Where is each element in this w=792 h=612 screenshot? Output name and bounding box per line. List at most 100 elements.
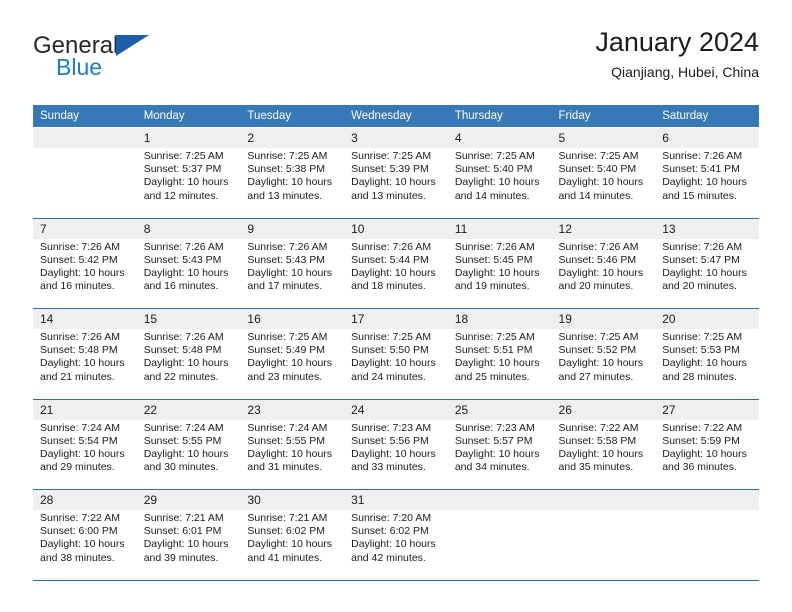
- day-detail-cell[interactable]: Sunrise: 7:25 AM Sunset: 5:50 PM Daylight:…: [344, 329, 448, 400]
- day-detail-cell[interactable]: Sunrise: 7:22 AM Sunset: 5:58 PM Daylight:…: [551, 419, 656, 490]
- day-number[interactable]: 27: [655, 398, 759, 420]
- day-detail-line: and 31 minutes.: [247, 461, 323, 474]
- day-detail-cell[interactable]: Sunrise: 7:21 AM Sunset: 6:01 PM Daylight:…: [136, 510, 241, 581]
- day-number[interactable]: 28: [33, 489, 137, 510]
- day-detail-cell[interactable]: Sunrise: 7:24 AM Sunset: 5:55 PM Daylight:…: [136, 419, 241, 490]
- day-number[interactable]: 11: [447, 217, 552, 239]
- day-number-blank: [447, 489, 552, 510]
- day-detail-cell[interactable]: Sunrise: 7:26 AM Sunset: 5:45 PM Daylight:…: [447, 238, 552, 309]
- day-detail-line: Sunset: 6:02 PM: [351, 525, 429, 538]
- day-detail-line: Daylight: 10 hours: [662, 266, 747, 279]
- day-detail-cell[interactable]: Sunrise: 7:25 AM Sunset: 5:52 PM Daylight:…: [551, 329, 656, 400]
- week-daynumber-row: 123456: [33, 127, 759, 148]
- day-detail-cell[interactable]: Sunrise: 7:26 AM Sunset: 5:44 PM Daylight:…: [344, 238, 448, 309]
- day-detail-line: Sunrise: 7:25 AM: [558, 331, 639, 343]
- day-number[interactable]: 24: [344, 398, 448, 420]
- day-number[interactable]: 15: [136, 308, 241, 329]
- week-detail-row: Sunrise: 7:25 AM Sunset: 5:37 PM Daylight:…: [33, 148, 759, 219]
- day-number[interactable]: 1: [136, 127, 241, 148]
- day-detail-cell[interactable]: Sunrise: 7:26 AM Sunset: 5:46 PM Daylight:…: [551, 238, 656, 309]
- day-detail-blank: [655, 510, 759, 581]
- day-number[interactable]: 30: [240, 489, 345, 510]
- day-detail-cell[interactable]: Sunrise: 7:25 AM Sunset: 5:39 PM Daylight:…: [344, 148, 448, 219]
- day-detail-line: Sunrise: 7:22 AM: [558, 421, 639, 434]
- day-detail-line: Sunset: 5:38 PM: [247, 163, 326, 176]
- triangle-logo-icon: [116, 35, 149, 56]
- day-detail-line: Sunset: 6:02 PM: [247, 525, 326, 538]
- day-detail-cell[interactable]: Sunrise: 7:22 AM Sunset: 6:00 PM Daylight:…: [33, 510, 137, 581]
- day-number[interactable]: 2: [240, 127, 345, 148]
- day-detail-line: Daylight: 10 hours: [247, 176, 333, 189]
- day-detail-cell[interactable]: Sunrise: 7:23 AM Sunset: 5:56 PM Daylight:…: [344, 419, 448, 490]
- day-detail-line: and 39 minutes.: [143, 551, 219, 564]
- day-detail-line: Sunrise: 7:26 AM: [558, 240, 639, 253]
- week-detail-row: Sunrise: 7:24 AM Sunset: 5:54 PM Daylight:…: [33, 419, 759, 490]
- day-detail-line: Sunrise: 7:25 AM: [351, 331, 432, 343]
- day-detail-cell[interactable]: Sunrise: 7:24 AM Sunset: 5:54 PM Daylight:…: [33, 419, 137, 490]
- day-number[interactable]: 4: [447, 127, 552, 148]
- day-detail-cell[interactable]: Sunrise: 7:20 AM Sunset: 6:02 PM Daylight:…: [344, 510, 448, 581]
- day-detail-cell[interactable]: Sunrise: 7:26 AM Sunset: 5:48 PM Daylight:…: [33, 329, 137, 400]
- day-detail-line: Sunset: 5:40 PM: [558, 163, 637, 176]
- day-number[interactable]: 25: [447, 398, 552, 420]
- day-detail-cell[interactable]: Sunrise: 7:26 AM Sunset: 5:43 PM Daylight:…: [240, 238, 345, 309]
- day-detail-line: Daylight: 10 hours: [558, 447, 644, 460]
- day-number[interactable]: 16: [240, 308, 345, 329]
- day-number[interactable]: 9: [240, 217, 345, 239]
- day-detail-line: Sunset: 5:40 PM: [454, 163, 533, 176]
- day-detail-cell[interactable]: Sunrise: 7:23 AM Sunset: 5:57 PM Daylight:…: [447, 419, 552, 490]
- calendar-page: General Blue January 2024 Qianjiang, Hub…: [0, 0, 792, 612]
- day-detail-line: Daylight: 10 hours: [558, 176, 644, 189]
- day-detail-line: Sunrise: 7:23 AM: [454, 421, 535, 434]
- day-detail-line: Daylight: 10 hours: [351, 176, 436, 189]
- day-number[interactable]: 17: [344, 308, 448, 329]
- day-detail-line: Sunrise: 7:23 AM: [351, 421, 432, 434]
- day-number[interactable]: 8: [136, 217, 241, 239]
- day-detail-cell[interactable]: Sunrise: 7:25 AM Sunset: 5:40 PM Daylight:…: [551, 148, 656, 219]
- day-detail-cell[interactable]: Sunrise: 7:26 AM Sunset: 5:42 PM Daylight:…: [33, 238, 137, 309]
- day-detail-cell[interactable]: Sunrise: 7:25 AM Sunset: 5:51 PM Daylight:…: [447, 329, 552, 400]
- day-detail-cell[interactable]: Sunrise: 7:25 AM Sunset: 5:40 PM Daylight:…: [447, 148, 552, 219]
- day-detail-line: Sunset: 5:53 PM: [662, 344, 740, 357]
- day-number[interactable]: 31: [344, 489, 448, 510]
- day-detail-cell[interactable]: Sunrise: 7:26 AM Sunset: 5:47 PM Daylight:…: [655, 238, 759, 309]
- day-number[interactable]: 20: [655, 308, 759, 329]
- day-number[interactable]: 3: [344, 127, 448, 148]
- day-detail-cell[interactable]: Sunrise: 7:25 AM Sunset: 5:49 PM Daylight:…: [240, 329, 345, 400]
- day-number[interactable]: 29: [136, 489, 241, 510]
- day-detail-line: Sunrise: 7:26 AM: [662, 240, 743, 253]
- day-detail-line: and 20 minutes.: [558, 280, 634, 293]
- day-detail-cell[interactable]: Sunrise: 7:26 AM Sunset: 5:48 PM Daylight:…: [136, 329, 241, 400]
- day-number[interactable]: 21: [33, 398, 137, 420]
- day-detail-line: and 12 minutes.: [143, 189, 219, 202]
- day-detail-line: Sunset: 5:39 PM: [351, 163, 429, 176]
- day-detail-cell[interactable]: Sunrise: 7:25 AM Sunset: 5:38 PM Daylight:…: [240, 148, 345, 219]
- day-number[interactable]: 13: [655, 217, 759, 239]
- day-detail-line: and 23 minutes.: [247, 370, 323, 383]
- day-detail-line: Daylight: 10 hours: [40, 266, 125, 279]
- day-detail-cell[interactable]: Sunrise: 7:26 AM Sunset: 5:41 PM Daylight:…: [655, 148, 759, 219]
- day-number[interactable]: 5: [551, 127, 656, 148]
- day-detail-cell[interactable]: Sunrise: 7:22 AM Sunset: 5:59 PM Daylight:…: [655, 419, 759, 490]
- day-detail-cell[interactable]: Sunrise: 7:25 AM Sunset: 5:37 PM Daylight:…: [136, 148, 241, 219]
- day-number[interactable]: 14: [33, 308, 137, 329]
- day-number[interactable]: 10: [344, 217, 448, 239]
- day-detail-cell[interactable]: Sunrise: 7:26 AM Sunset: 5:43 PM Daylight:…: [136, 238, 241, 309]
- day-detail-line: Daylight: 10 hours: [558, 266, 644, 279]
- day-number[interactable]: 22: [136, 398, 241, 420]
- day-number[interactable]: 18: [447, 308, 552, 329]
- day-number[interactable]: 12: [551, 217, 656, 239]
- day-number[interactable]: 19: [551, 308, 656, 329]
- day-detail-line: Daylight: 10 hours: [662, 447, 747, 460]
- day-number[interactable]: 7: [33, 217, 137, 239]
- day-detail-cell[interactable]: Sunrise: 7:21 AM Sunset: 6:02 PM Daylight:…: [240, 510, 345, 581]
- day-detail-cell[interactable]: Sunrise: 7:24 AM Sunset: 5:55 PM Daylight:…: [240, 419, 345, 490]
- day-number[interactable]: 23: [240, 398, 345, 420]
- day-detail-cell[interactable]: Sunrise: 7:25 AM Sunset: 5:53 PM Daylight:…: [655, 329, 759, 400]
- day-detail-line: and 20 minutes.: [662, 280, 737, 293]
- day-number-blank: [33, 127, 137, 148]
- day-number[interactable]: 26: [551, 398, 656, 420]
- day-number[interactable]: 6: [655, 127, 759, 148]
- day-detail-line: and 14 minutes.: [558, 189, 634, 202]
- day-detail-line: Sunrise: 7:22 AM: [662, 421, 743, 434]
